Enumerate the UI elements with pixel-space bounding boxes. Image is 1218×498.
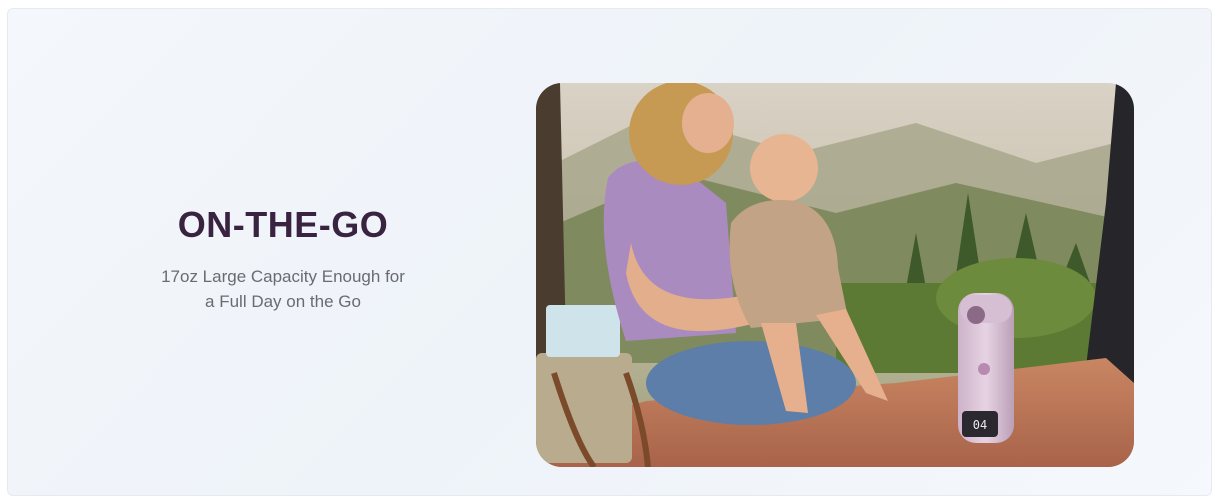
feature-title: ON-THE-GO [177, 204, 389, 245]
subtitle-line-2: a Full Day on the Go [205, 292, 361, 311]
lifestyle-photo: 04 [536, 83, 1134, 467]
mother-face [682, 93, 734, 153]
feature-subtitle: 17oz Large Capacity Enough for a Full Da… [148, 264, 418, 314]
mother-jeans [646, 341, 856, 425]
elephant-logo [978, 363, 990, 375]
bottle-warmer: 04 [958, 293, 1014, 443]
subtitle-line-1: 17oz Large Capacity Enough for [161, 267, 405, 286]
warmer-display-value: 04 [973, 418, 987, 432]
feature-copy: ON-THE-GO 17oz Large Capacity Enough for… [148, 204, 418, 314]
baby-head [750, 134, 818, 202]
